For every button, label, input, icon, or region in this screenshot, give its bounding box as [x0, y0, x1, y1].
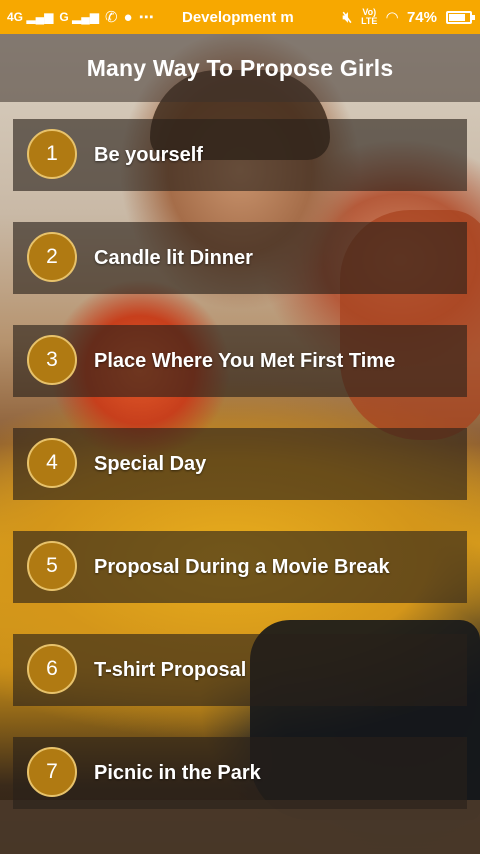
list-item[interactable]: 1 Be yourself — [13, 119, 467, 191]
status-bar: 4G ▂▄▆ G ▂▄▆ ✆ ● ⋯ Development m 🔇︎ Vo) L… — [0, 0, 480, 34]
item-number-badge: 6 — [27, 644, 77, 694]
app-header: Many Way To Propose Girls — [0, 34, 480, 102]
list-item[interactable]: 2 Candle lit Dinner — [13, 222, 467, 294]
battery-icon — [446, 10, 475, 24]
mute-icon: 🔇︎ — [342, 8, 353, 26]
item-number-badge: 4 — [27, 438, 77, 488]
item-number-badge: 1 — [27, 129, 77, 179]
signal-icon: ▂▄▆ — [68, 10, 99, 24]
page-title: Many Way To Propose Girls — [86, 54, 394, 81]
item-label: Be yourself — [94, 143, 203, 166]
item-number-badge: 5 — [27, 541, 77, 591]
signal-icon: ▂▄▆ — [23, 10, 54, 24]
whatsapp-icon: ✆ — [104, 9, 118, 26]
network-1: 4G ▂▄▆ — [7, 10, 54, 24]
item-number-badge: 2 — [27, 232, 77, 282]
item-label: Place Where You Met First Time — [94, 349, 396, 372]
proposal-list: 1 Be yourself 2 Candle lit Dinner 3 Plac… — [13, 119, 467, 840]
item-number-badge: 7 — [27, 747, 77, 797]
chat-icon: ● — [123, 8, 133, 26]
more-dots-icon: ⋯ — [138, 9, 154, 26]
item-label: T-shirt Proposal — [94, 658, 247, 681]
list-item[interactable]: 5 Proposal During a Movie Break — [13, 531, 467, 603]
network-2: G ▂▄▆ — [59, 10, 99, 24]
item-number-badge: 3 — [27, 335, 77, 385]
notification-app-title: Development m — [182, 8, 294, 26]
item-label: Picnic in the Park — [94, 761, 261, 784]
battery-percent: 74% — [406, 8, 437, 26]
volte-icon: Vo) LTE — [361, 7, 378, 26]
battery-fill — [449, 13, 466, 21]
item-label: Proposal During a Movie Break — [94, 555, 390, 578]
list-item[interactable]: 6 T-shirt Proposal — [13, 634, 467, 706]
list-item[interactable]: 7 Picnic in the Park — [13, 737, 467, 809]
item-label: Candle lit Dinner — [94, 246, 253, 269]
item-label: Special Day — [94, 452, 207, 475]
list-item[interactable]: 4 Special Day — [13, 428, 467, 500]
list-item[interactable]: 3 Place Where You Met First Time — [13, 325, 467, 397]
wifi-icon: ◠ — [386, 9, 398, 26]
